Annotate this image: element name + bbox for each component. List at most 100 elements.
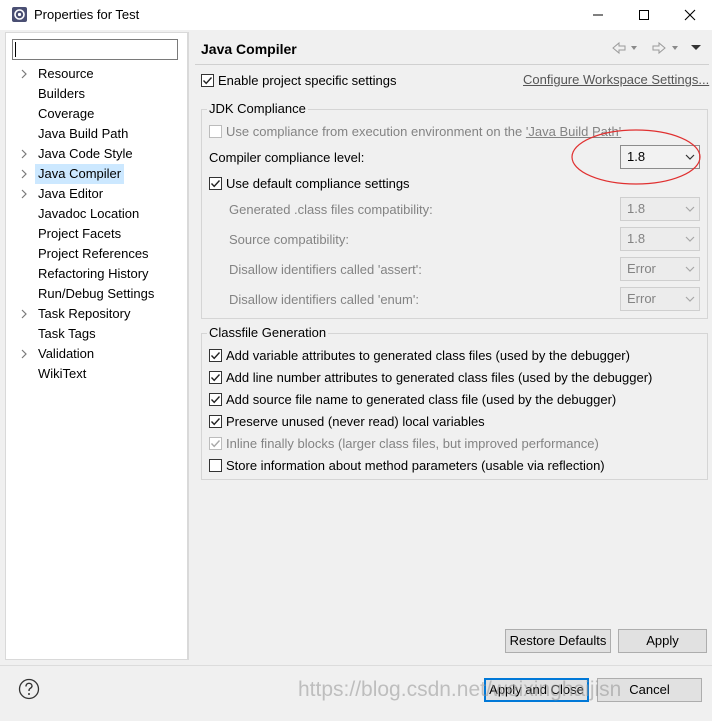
tree-item-label: Task Repository — [38, 306, 131, 321]
tree-item-label: Run/Debug Settings — [38, 286, 155, 301]
tree-item[interactable]: Coverage — [6, 104, 187, 124]
enum-identifier-select[interactable]: Error — [620, 287, 700, 311]
window-title: Properties for Test — [34, 7, 140, 22]
tree-item-label: Refactoring History — [38, 266, 149, 281]
chevron-down-icon — [685, 296, 695, 302]
generated-class-select[interactable]: 1.8 — [620, 197, 700, 221]
tree-item[interactable]: Project Facets — [6, 224, 187, 244]
classfile-option-checkbox[interactable] — [209, 415, 222, 428]
tree-item-label: WikiText — [38, 366, 87, 381]
classfile-option-label: Add line number attributes to generated … — [226, 370, 653, 385]
page-title: Java Compiler — [201, 41, 297, 57]
text-caret — [15, 42, 16, 57]
header-separator — [195, 64, 709, 65]
tree-item[interactable]: Task Tags — [6, 324, 187, 344]
expand-arrow-icon[interactable] — [19, 304, 29, 324]
checkmark-icon — [210, 440, 221, 448]
apply-and-close-button[interactable]: Apply and Close — [484, 678, 589, 702]
forward-arrow-icon[interactable] — [652, 41, 666, 55]
cancel-button[interactable]: Cancel — [597, 678, 702, 702]
compliance-level-value: 1.8 — [627, 149, 646, 164]
tree-item[interactable]: Javadoc Location — [6, 204, 187, 224]
tree-item[interactable]: Java Code Style — [6, 144, 187, 164]
maximize-button[interactable] — [621, 0, 667, 30]
help-icon[interactable] — [18, 678, 40, 700]
tree-item[interactable]: Resource — [6, 64, 187, 84]
tree-item-label: Java Build Path — [38, 126, 129, 141]
tree-item-label: Builders — [38, 86, 85, 101]
classfile-option-checkbox[interactable] — [209, 349, 222, 362]
tree-item[interactable]: Builders — [6, 84, 187, 104]
tree-item-label: Project Facets — [38, 226, 122, 241]
java-build-path-link[interactable]: 'Java Build Path' — [526, 124, 621, 139]
tree-item[interactable]: Refactoring History — [6, 264, 187, 284]
tree-item-label: Task Tags — [38, 326, 96, 341]
tree-item-label: Java Compiler — [35, 164, 125, 184]
expand-arrow-icon[interactable] — [19, 164, 29, 184]
checkmark-icon — [210, 180, 221, 188]
tree-item[interactable]: Java Compiler — [6, 164, 187, 184]
expand-arrow-icon[interactable] — [19, 144, 29, 164]
use-compliance-checkbox[interactable] — [209, 125, 222, 138]
view-menu-icon[interactable] — [691, 45, 701, 50]
source-compat-value: 1.8 — [627, 231, 646, 246]
tree-item[interactable]: Java Build Path — [6, 124, 187, 144]
classfile-option-checkbox[interactable] — [209, 371, 222, 384]
source-compat-label: Source compatibility: — [229, 232, 349, 247]
enable-specific-checkbox[interactable] — [201, 74, 214, 87]
filter-input[interactable] — [12, 39, 178, 60]
use-default-checkbox[interactable] — [209, 177, 222, 190]
checkmark-icon — [210, 418, 221, 426]
checkmark-icon — [210, 352, 221, 360]
classfile-option-checkbox[interactable] — [209, 393, 222, 406]
close-button[interactable] — [667, 0, 712, 30]
configure-workspace-link[interactable]: Configure Workspace Settings... — [523, 72, 709, 87]
generated-class-value: 1.8 — [627, 201, 646, 216]
back-dropdown-icon[interactable] — [631, 46, 637, 50]
classfile-option-checkbox[interactable] — [209, 459, 222, 472]
assert-identifier-select[interactable]: Error — [620, 257, 700, 281]
tree-item-label: Javadoc Location — [38, 206, 140, 221]
chevron-down-icon — [685, 154, 695, 160]
tree-item[interactable]: Project References — [6, 244, 187, 264]
minimize-button[interactable] — [575, 0, 621, 30]
classfile-option-label: Preserve unused (never read) local varia… — [226, 414, 485, 429]
classfile-option-label: Add source file name to generated class … — [226, 392, 617, 407]
generated-class-label: Generated .class files compatibility: — [229, 202, 433, 217]
jdk-compliance-group-label: JDK Compliance — [207, 101, 308, 117]
forward-dropdown-icon[interactable] — [672, 46, 678, 50]
tree-item-label: Java Editor — [38, 186, 104, 201]
chevron-down-icon — [685, 266, 695, 272]
checkmark-icon — [210, 396, 221, 404]
tree-item-label: Java Code Style — [38, 146, 133, 161]
classfile-option-label: Inline finally blocks (larger class file… — [226, 436, 599, 451]
source-compat-select[interactable]: 1.8 — [620, 227, 700, 251]
tree-item-label: Resource — [38, 66, 94, 81]
restore-defaults-button[interactable]: Restore Defaults — [505, 629, 611, 653]
properties-app-icon — [12, 7, 27, 22]
tree-item[interactable]: WikiText — [6, 364, 187, 384]
title-bar[interactable]: Properties for Test — [0, 0, 712, 30]
expand-arrow-icon[interactable] — [19, 64, 29, 84]
pane-divider[interactable] — [188, 32, 189, 660]
tree-item[interactable]: Task Repository — [6, 304, 187, 324]
tree-item[interactable]: Run/Debug Settings — [6, 284, 187, 304]
use-compliance-label: Use compliance from execution environmen… — [226, 124, 526, 139]
footer-separator — [0, 665, 712, 666]
assert-identifier-label: Disallow identifiers called 'assert': — [229, 262, 422, 277]
apply-button[interactable]: Apply — [618, 629, 707, 653]
checkmark-icon — [202, 77, 213, 85]
enable-specific-label: Enable project specific settings — [218, 73, 397, 88]
tree-item[interactable]: Java Editor — [6, 184, 187, 204]
chevron-down-icon — [685, 206, 695, 212]
expand-arrow-icon[interactable] — [19, 184, 29, 204]
classfile-option-label: Store information about method parameter… — [226, 458, 605, 473]
classfile-generation-group-label: Classfile Generation — [207, 325, 329, 341]
tree-item[interactable]: Validation — [6, 344, 187, 364]
expand-arrow-icon[interactable] — [19, 344, 29, 364]
back-arrow-icon[interactable] — [612, 41, 626, 55]
checkmark-icon — [210, 374, 221, 382]
chevron-down-icon — [685, 236, 695, 242]
classfile-option-checkbox[interactable] — [209, 437, 222, 450]
compliance-level-select[interactable]: 1.8 — [620, 145, 700, 169]
